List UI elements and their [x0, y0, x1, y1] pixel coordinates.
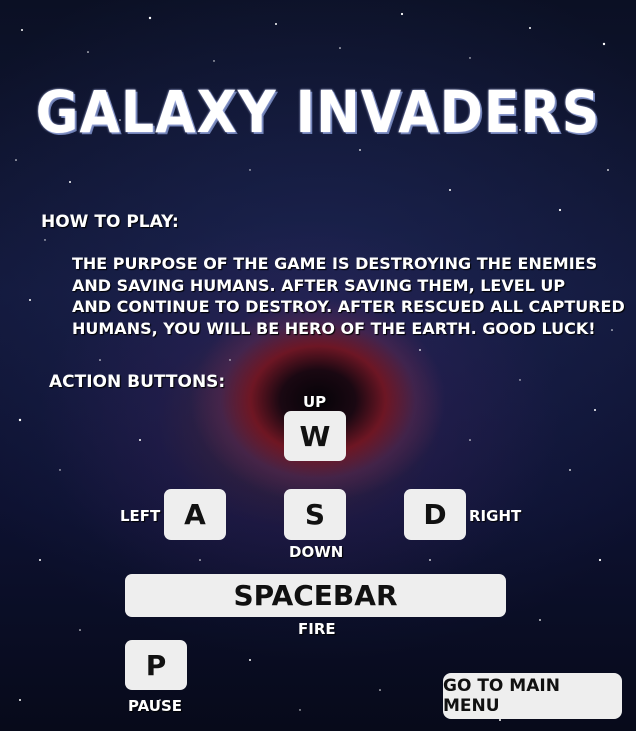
how-to-play-line: AND SAVING HUMANS. AFTER SAVING THEM, LE…	[72, 275, 566, 295]
w-key: W	[284, 411, 346, 461]
left-label: LEFT	[120, 507, 161, 525]
right-label: RIGHT	[469, 507, 522, 525]
a-key: A	[164, 489, 226, 540]
d-key: D	[404, 489, 466, 540]
spacebar-key: SPACEBAR	[125, 574, 506, 617]
how-to-play-text: THE PURPOSE OF THE GAME IS DESTROYING TH…	[72, 253, 625, 339]
how-to-play-heading: HOW TO PLAY:	[41, 212, 179, 232]
p-key: P	[125, 640, 187, 690]
s-key: S	[284, 489, 346, 540]
how-to-play-line: AND CONTINUE TO DESTROY. AFTER RESCUED A…	[72, 297, 625, 316]
up-label: UP	[303, 393, 327, 411]
pause-label: PAUSE	[128, 697, 182, 715]
how-to-play-line: THE PURPOSE OF THE GAME IS DESTROYING TH…	[72, 254, 598, 273]
main-menu-button[interactable]: GO TO MAIN MENU	[443, 673, 622, 719]
action-buttons-heading: ACTION BUTTONS:	[49, 372, 226, 392]
game-title: GALAXY INVADERS	[35, 78, 601, 146]
down-label: DOWN	[289, 543, 344, 561]
fire-label: FIRE	[298, 620, 336, 638]
how-to-play-line: HUMANS, YOU WILL BE HERO OF THE EARTH. G…	[72, 318, 596, 338]
